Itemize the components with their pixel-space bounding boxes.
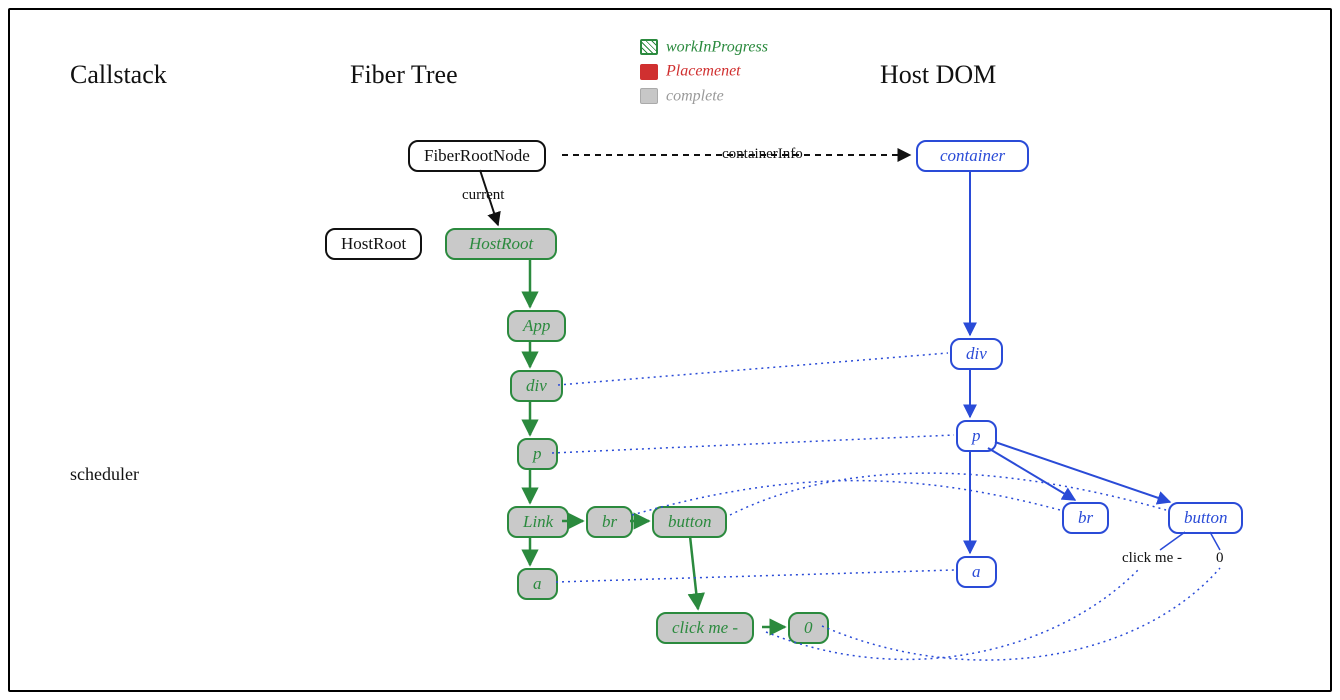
node-callstack-hostroot: HostRoot: [325, 228, 422, 260]
legend-swatch-placement: [640, 64, 658, 80]
node-dom-container: container: [916, 140, 1029, 172]
node-dom-button: button: [1168, 502, 1243, 534]
legend-wip-text: workInProgress: [666, 38, 768, 55]
legend: workInProgress Placemenet complete: [640, 38, 768, 111]
node-fiber-app: App: [507, 310, 566, 342]
legend-swatch-wip: [640, 39, 658, 55]
node-dom-a: a: [956, 556, 997, 588]
legend-placement-text: Placemenet: [666, 63, 741, 80]
legend-complete-text: complete: [666, 87, 724, 104]
text-dom-clickme: click me -: [1122, 550, 1182, 567]
text-dom-zero: 0: [1216, 550, 1224, 567]
heading-host-dom: Host DOM: [880, 60, 996, 90]
node-dom-div: div: [950, 338, 1003, 370]
node-fiber-p: p: [517, 438, 558, 470]
node-fiber-br: br: [586, 506, 633, 538]
label-scheduler: scheduler: [70, 464, 139, 485]
node-fiber-root-node: FiberRootNode: [408, 140, 546, 172]
edge-label-current: current: [460, 187, 506, 204]
heading-callstack: Callstack: [70, 60, 167, 90]
connectors: container (dashed black) -->: [10, 10, 1334, 694]
node-fiber-a: a: [517, 568, 558, 600]
node-fiber-div: div: [510, 370, 563, 402]
edge-label-containerinfo: containerInfo: [720, 146, 805, 163]
diagram-canvas: Callstack Fiber Tree Host DOM scheduler …: [8, 8, 1332, 692]
node-fiber-button: button: [652, 506, 727, 538]
heading-fiber-tree: Fiber Tree: [350, 60, 458, 90]
node-dom-p: p: [956, 420, 997, 452]
node-fiber-link: Link: [507, 506, 569, 538]
legend-swatch-complete: [640, 88, 658, 104]
node-dom-br: br: [1062, 502, 1109, 534]
node-fiber-hostroot: HostRoot: [445, 228, 557, 260]
node-fiber-clickme: click me -: [656, 612, 754, 644]
node-fiber-zero: 0: [788, 612, 829, 644]
